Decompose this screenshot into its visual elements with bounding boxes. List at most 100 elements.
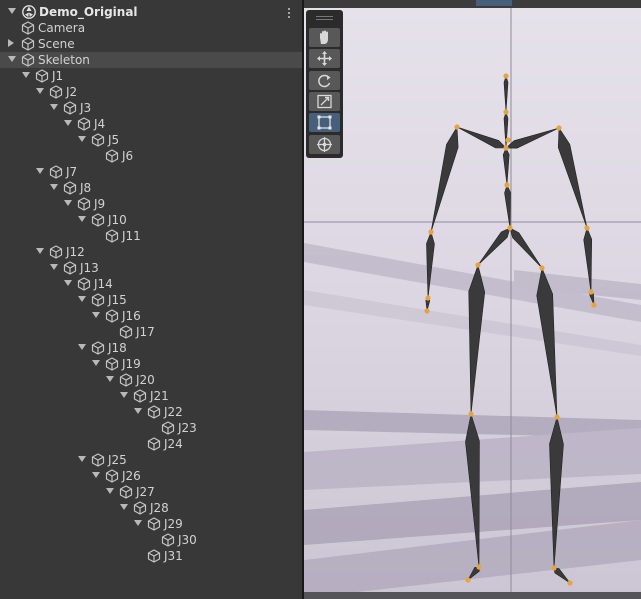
expand-arrow-icon[interactable] (64, 120, 72, 126)
expand-arrow-icon[interactable] (78, 296, 86, 302)
expand-arrow-icon[interactable] (92, 472, 100, 478)
hierarchy-row[interactable]: J2 (0, 84, 302, 100)
expand-arrow-icon[interactable] (78, 344, 86, 350)
hierarchy-row[interactable]: J6 (0, 148, 302, 164)
hierarchy-row[interactable]: J3 (0, 100, 302, 116)
joint-handle[interactable] (468, 411, 474, 417)
hierarchy-row[interactable]: J31 (0, 548, 302, 564)
toolbar-grip[interactable] (316, 16, 333, 17)
expand-arrow-icon[interactable] (64, 280, 72, 286)
hierarchy-row[interactable]: J5 (0, 132, 302, 148)
joint-handle[interactable] (567, 580, 573, 586)
scene-viewport[interactable] (304, 0, 641, 599)
hierarchy-panel[interactable]: Demo_Original Camera Scene Skeleton J1 J2 J3 J… (0, 0, 302, 599)
expand-arrow-icon[interactable] (106, 488, 114, 494)
tool-palette (306, 10, 343, 158)
hierarchy-row[interactable]: J25 (0, 452, 302, 468)
joint-handle[interactable] (454, 124, 460, 130)
hierarchy-row[interactable]: J7 (0, 164, 302, 180)
hierarchy-row[interactable]: J15 (0, 292, 302, 308)
scene-view[interactable] (304, 0, 641, 599)
scale-tool-button[interactable] (309, 91, 340, 111)
move-tool-button[interactable] (309, 49, 340, 69)
joint-handle[interactable] (425, 295, 431, 301)
joint-handle[interactable] (584, 225, 590, 231)
hand-tool-button[interactable] (309, 28, 340, 47)
joint-handle[interactable] (556, 125, 562, 131)
expand-arrow-icon[interactable] (92, 360, 100, 366)
hierarchy-row[interactable]: J8 (0, 180, 302, 196)
hierarchy-row[interactable]: J24 (0, 436, 302, 452)
joint-handle[interactable] (424, 308, 430, 314)
collapse-arrow-icon[interactable] (8, 39, 14, 47)
joint-handle[interactable] (465, 577, 471, 583)
joint-handle[interactable] (428, 229, 434, 235)
hierarchy-row[interactable]: J18 (0, 340, 302, 356)
expand-arrow-icon[interactable] (50, 184, 58, 190)
expand-arrow-icon[interactable] (50, 104, 58, 110)
hierarchy-row[interactable]: J9 (0, 196, 302, 212)
expand-arrow-icon[interactable] (50, 264, 58, 270)
joint-handle[interactable] (588, 289, 594, 295)
scene-top-toggle[interactable] (476, 0, 512, 6)
expand-arrow-icon[interactable] (106, 376, 114, 382)
joint-handle[interactable] (551, 565, 557, 571)
joint-handle[interactable] (554, 414, 560, 420)
expand-arrow-icon[interactable] (78, 136, 86, 142)
hierarchy-row[interactable]: J4 (0, 116, 302, 132)
expand-arrow-icon[interactable] (134, 408, 142, 414)
expand-arrow-icon[interactable] (78, 216, 86, 222)
hierarchy-row[interactable]: J19 (0, 356, 302, 372)
hierarchy-row[interactable]: J22 (0, 404, 302, 420)
joint-handle[interactable] (505, 137, 511, 143)
hierarchy-row[interactable]: Skeleton (0, 52, 302, 68)
hierarchy-row[interactable]: J29 (0, 516, 302, 532)
hierarchy-row[interactable]: J11 (0, 228, 302, 244)
joint-handle[interactable] (539, 265, 545, 271)
joint-handle[interactable] (503, 73, 509, 79)
gameobject-cube-icon (147, 405, 161, 419)
expand-arrow-icon[interactable] (78, 456, 86, 462)
joint-handle[interactable] (503, 145, 509, 151)
transform-tool-button[interactable] (309, 134, 340, 154)
expand-arrow-icon[interactable] (120, 392, 128, 398)
hierarchy-row[interactable]: J10 (0, 212, 302, 228)
expand-arrow-icon[interactable] (22, 72, 30, 78)
rotate-tool-button[interactable] (309, 70, 340, 90)
expand-arrow-icon[interactable] (8, 8, 16, 14)
joint-handle[interactable] (591, 302, 597, 308)
expand-arrow-icon[interactable] (134, 520, 142, 526)
hierarchy-row[interactable]: J23 (0, 420, 302, 436)
hierarchy-row[interactable]: Camera (0, 20, 302, 36)
joint-handle[interactable] (475, 262, 481, 268)
hierarchy-row[interactable]: J17 (0, 324, 302, 340)
hierarchy-row[interactable]: J27 (0, 484, 302, 500)
hierarchy-row[interactable]: J26 (0, 468, 302, 484)
hierarchy-root-row[interactable]: Demo_Original (0, 4, 302, 20)
rect-tool-button[interactable] (309, 113, 340, 133)
gameobject-cube-icon (147, 549, 161, 563)
hierarchy-row[interactable]: J16 (0, 308, 302, 324)
joint-handle[interactable] (503, 109, 509, 115)
expand-arrow-icon[interactable] (64, 200, 72, 206)
more-options-icon[interactable] (284, 8, 294, 20)
joint-handle[interactable] (504, 182, 510, 188)
hierarchy-row[interactable]: J14 (0, 276, 302, 292)
hierarchy-row[interactable]: J1 (0, 68, 302, 84)
expand-arrow-icon[interactable] (36, 88, 44, 94)
expand-arrow-icon[interactable] (36, 248, 44, 254)
hierarchy-row[interactable]: Scene (0, 36, 302, 52)
hierarchy-row[interactable]: J30 (0, 532, 302, 548)
hierarchy-row[interactable]: J28 (0, 500, 302, 516)
expand-arrow-icon[interactable] (36, 168, 44, 174)
joint-handle[interactable] (507, 225, 513, 231)
joint-handle[interactable] (476, 564, 482, 570)
hierarchy-row[interactable]: J20 (0, 372, 302, 388)
hierarchy-row[interactable]: J12 (0, 244, 302, 260)
hierarchy-row[interactable]: J13 (0, 260, 302, 276)
hierarchy-row-label: J24 (164, 437, 183, 451)
expand-arrow-icon[interactable] (8, 56, 16, 62)
expand-arrow-icon[interactable] (92, 312, 100, 318)
expand-arrow-icon[interactable] (120, 504, 128, 510)
hierarchy-row[interactable]: J21 (0, 388, 302, 404)
